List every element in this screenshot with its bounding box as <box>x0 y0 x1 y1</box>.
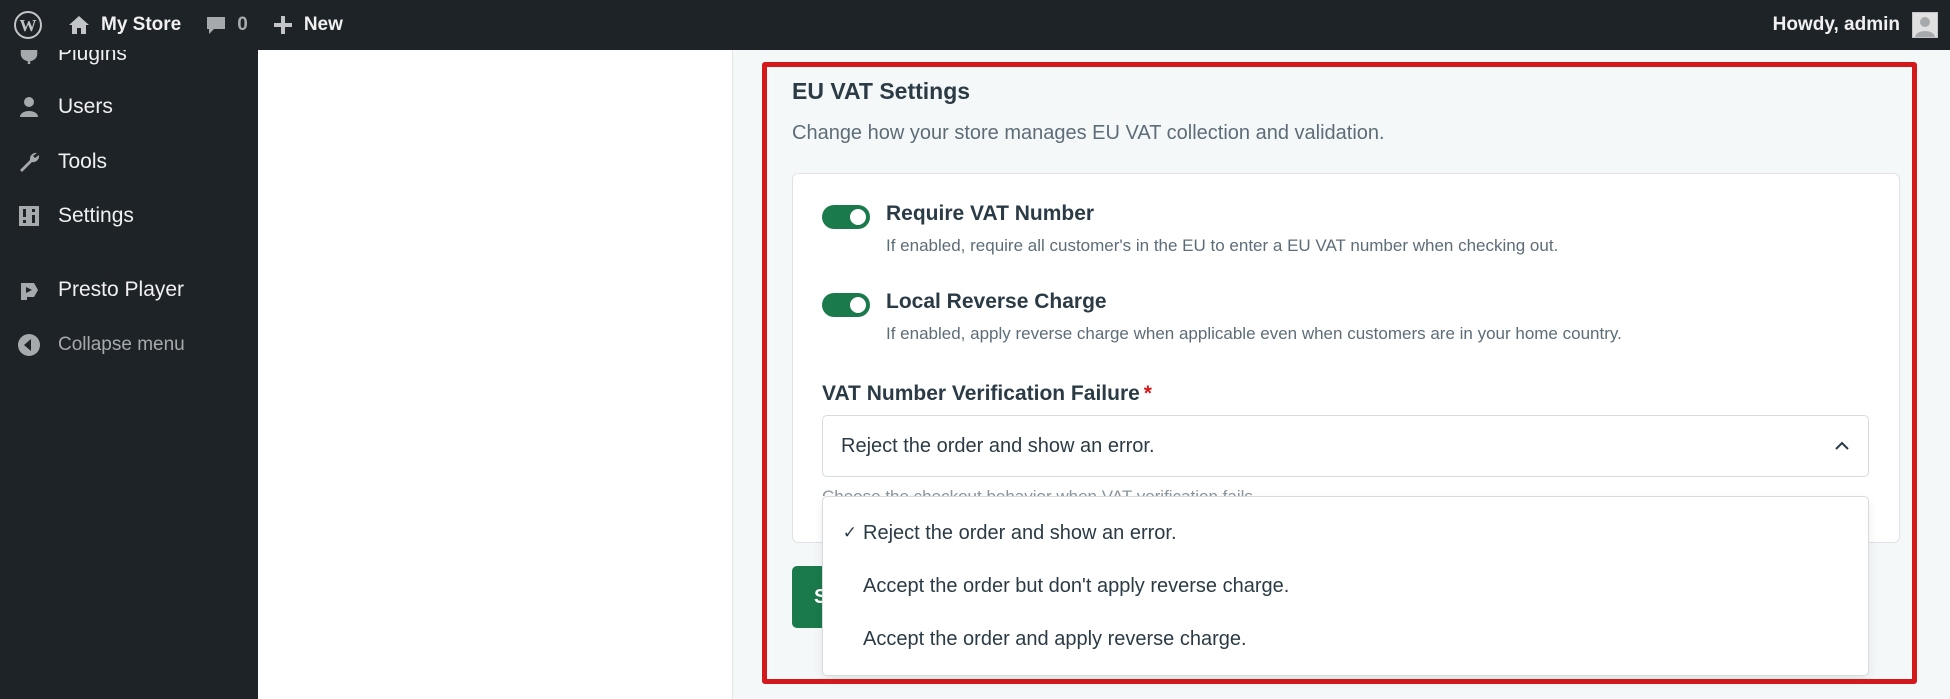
site-name: My Store <box>101 14 182 35</box>
dropdown-option[interactable]: Accept the order and apply reverse charg… <box>823 613 1868 665</box>
verification-failure-dropdown: ✓ Reject the order and show an error. Ac… <box>822 496 1869 676</box>
dropdown-option[interactable]: ✓ Reject the order and show an error. <box>823 507 1868 559</box>
my-account-link[interactable]: Howdy, admin <box>1761 0 1950 50</box>
wordpress-icon: W <box>13 11 42 39</box>
toggle-help: If enabled, require all customer's in th… <box>886 236 1559 255</box>
check-icon: ✓ <box>842 523 857 542</box>
sidebar-item-label: Collapse menu <box>58 334 185 355</box>
local-reverse-charge-row: Local Reverse Charge If enabled, apply r… <box>822 290 1622 344</box>
option-label: Accept the order but don't apply reverse… <box>863 574 1290 597</box>
site-name-link[interactable]: My Store <box>55 0 193 50</box>
new-label: New <box>303 14 343 35</box>
sidebar-item-presto-player[interactable]: Presto Player <box>0 268 258 312</box>
panel-divider <box>732 50 733 699</box>
howdy-text: Howdy, admin <box>1772 14 1900 35</box>
option-label: Reject the order and show an error. <box>863 521 1177 544</box>
required-indicator: * <box>1143 382 1152 405</box>
sidebar-item-label: Settings <box>58 204 134 227</box>
section-description: Change how your store manages EU VAT col… <box>792 122 1385 144</box>
comments-link[interactable]: 0 <box>193 0 260 50</box>
require-vat-number-row: Require VAT Number If enabled, require a… <box>822 202 1558 256</box>
collapse-icon <box>0 333 58 357</box>
toggle-label: Local Reverse Charge <box>886 290 1107 313</box>
sidebar-item-label: Users <box>58 95 113 118</box>
comments-count: 0 <box>237 14 248 35</box>
sidebar-item-tools[interactable]: Tools <box>0 140 258 184</box>
users-icon <box>0 96 58 118</box>
option-label: Accept the order and apply reverse charg… <box>863 627 1247 650</box>
sidebar-item-label: Presto Player <box>58 278 185 301</box>
plus-icon <box>272 14 294 36</box>
toggle-help: If enabled, apply reverse charge when ap… <box>886 324 1622 343</box>
chevron-up-icon <box>1834 441 1850 451</box>
sidebar-item-settings[interactable]: Settings <box>0 194 258 238</box>
select-value: Reject the order and show an error. <box>841 434 1155 457</box>
admin-bar: W My Store 0 New Howdy, admin <box>0 0 1950 50</box>
wordpress-logo-button[interactable]: W <box>0 0 55 50</box>
wrench-icon <box>0 150 58 174</box>
presto-player-icon <box>0 279 58 301</box>
section-title: EU VAT Settings <box>792 78 971 104</box>
sidebar-item-users[interactable]: Users <box>0 85 258 129</box>
local-reverse-charge-toggle[interactable] <box>822 293 870 317</box>
new-content-link[interactable]: New <box>260 0 355 50</box>
require-vat-number-toggle[interactable] <box>822 205 870 229</box>
settings-icon <box>0 205 58 227</box>
toggle-label: Require VAT Number <box>886 202 1095 225</box>
dropdown-option[interactable]: Accept the order but don't apply reverse… <box>823 560 1868 612</box>
admin-sidebar: Plugins Users Tools Settings Presto Play… <box>0 42 258 699</box>
sidebar-item-label: Tools <box>58 150 108 173</box>
field-help-text: Choose the checkout behavior when VAT ve… <box>822 484 1258 496</box>
verification-failure-select[interactable]: Reject the order and show an error. <box>822 415 1869 477</box>
field-label-text: VAT Number Verification Failure <box>822 382 1140 405</box>
collapse-menu-button[interactable]: Collapse menu <box>0 323 258 367</box>
svg-text:W: W <box>19 16 36 35</box>
comment-icon <box>205 14 227 36</box>
home-icon <box>67 14 91 36</box>
verification-failure-label: VAT Number Verification Failure * <box>822 382 1152 406</box>
avatar <box>1912 12 1938 38</box>
